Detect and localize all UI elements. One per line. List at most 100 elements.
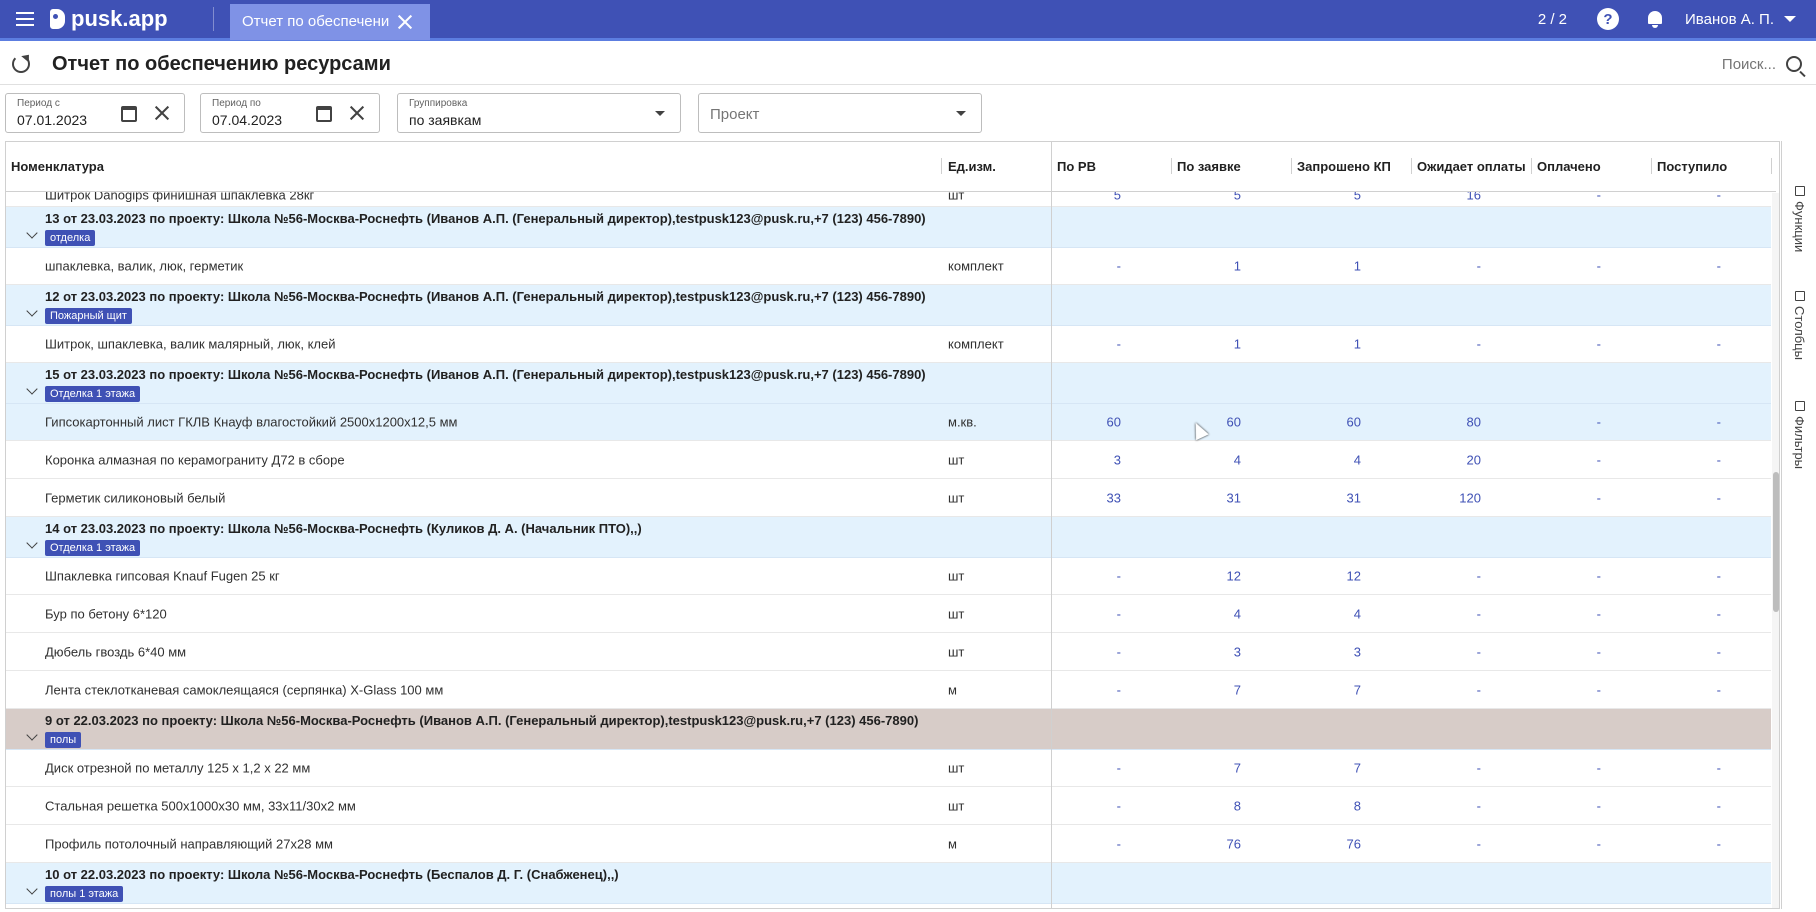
value-cell[interactable]: 1 <box>1301 259 1361 274</box>
value-cell[interactable]: 31 <box>1181 490 1241 505</box>
col-name[interactable]: Номенклатура <box>11 159 104 174</box>
grouping-select[interactable]: Группировка по заявкам <box>397 93 681 133</box>
value-cell[interactable]: - <box>1541 569 1601 584</box>
value-cell[interactable]: 80 <box>1421 415 1481 430</box>
value-cell[interactable]: - <box>1421 798 1481 813</box>
chevron-down-icon[interactable] <box>26 883 38 895</box>
value-cell[interactable]: - <box>1661 798 1721 813</box>
value-cell[interactable]: - <box>1661 490 1721 505</box>
column-divider[interactable] <box>1651 158 1652 174</box>
chevron-down-icon[interactable] <box>26 383 38 395</box>
period-to-value[interactable]: 07.04.2023 <box>212 112 282 128</box>
table-row[interactable]: Шитрок, шпаклевка, валик малярный, люк, … <box>6 326 1771 363</box>
functions-panel-button[interactable]: Функции <box>1792 186 1807 252</box>
value-cell[interactable]: - <box>1661 682 1721 697</box>
value-cell[interactable]: - <box>1541 644 1601 659</box>
value-cell[interactable]: 31 <box>1301 490 1361 505</box>
value-cell[interactable]: - <box>1541 798 1601 813</box>
period-from-field[interactable]: Период с 07.01.2023 <box>5 93 185 133</box>
value-cell[interactable]: - <box>1541 836 1601 851</box>
value-cell[interactable]: - <box>1421 836 1481 851</box>
project-select[interactable]: Проект <box>698 93 982 133</box>
value-cell[interactable]: 7 <box>1301 682 1361 697</box>
value-cell[interactable]: 12 <box>1301 569 1361 584</box>
value-cell[interactable]: - <box>1061 606 1121 621</box>
value-cell[interactable]: - <box>1061 569 1121 584</box>
value-cell[interactable]: 8 <box>1181 798 1241 813</box>
value-cell[interactable]: - <box>1061 644 1121 659</box>
brand-logo[interactable]: pusk.app <box>50 6 213 32</box>
value-cell[interactable]: 120 <box>1421 490 1481 505</box>
table-row[interactable]: шпаклевка, валик, люк, герметик комплект -… <box>6 248 1771 285</box>
col-po-rv[interactable]: По РВ <box>1057 159 1096 174</box>
chevron-down-icon[interactable] <box>26 305 38 317</box>
value-cell[interactable]: 7 <box>1301 761 1361 776</box>
column-divider[interactable] <box>1531 158 1532 174</box>
value-cell[interactable]: 8 <box>1301 798 1361 813</box>
value-cell[interactable]: - <box>1061 761 1121 776</box>
value-cell[interactable]: 76 <box>1181 836 1241 851</box>
value-cell[interactable]: 4 <box>1181 452 1241 467</box>
calendar-icon[interactable] <box>316 106 332 122</box>
value-cell[interactable]: - <box>1541 415 1601 430</box>
value-cell[interactable]: - <box>1541 606 1601 621</box>
group-row[interactable]: 13 от 23.03.2023 по проекту: Школа №56-М… <box>6 207 1771 248</box>
clear-icon[interactable] <box>349 105 365 121</box>
value-cell[interactable]: - <box>1661 452 1721 467</box>
scrollbar-thumb[interactable] <box>1773 472 1779 612</box>
vertical-scrollbar[interactable] <box>1772 193 1779 908</box>
value-cell[interactable]: - <box>1541 259 1601 274</box>
value-cell[interactable]: 7 <box>1181 682 1241 697</box>
value-cell[interactable]: - <box>1661 337 1721 352</box>
value-cell[interactable]: - <box>1421 337 1481 352</box>
group-row[interactable]: 15 от 23.03.2023 по проекту: Школа №56-М… <box>6 363 1771 404</box>
period-from-value[interactable]: 07.01.2023 <box>17 112 87 128</box>
value-cell[interactable]: - <box>1541 337 1601 352</box>
period-to-field[interactable]: Период по 07.04.2023 <box>200 93 380 133</box>
value-cell[interactable]: - <box>1661 606 1721 621</box>
col-ozhidaet-oplaty[interactable]: Ожидает оплаты <box>1417 159 1526 174</box>
value-cell[interactable]: - <box>1421 569 1481 584</box>
value-cell[interactable]: - <box>1661 259 1721 274</box>
value-cell[interactable]: 7 <box>1181 761 1241 776</box>
value-cell[interactable]: - <box>1661 415 1721 430</box>
chevron-down-icon[interactable] <box>956 111 966 116</box>
value-cell[interactable]: - <box>1541 490 1601 505</box>
value-cell[interactable]: 4 <box>1301 606 1361 621</box>
value-cell[interactable]: 4 <box>1301 452 1361 467</box>
group-row[interactable]: 9 от 22.03.2023 по проекту: Школа №56-Мо… <box>6 709 1771 750</box>
group-row[interactable]: 10 от 22.03.2023 по проекту: Школа №56-М… <box>6 863 1771 904</box>
clear-icon[interactable] <box>154 105 170 121</box>
col-po-zayavke[interactable]: По заявке <box>1177 159 1241 174</box>
col-postupilo[interactable]: Поступило <box>1657 159 1727 174</box>
value-cell[interactable]: - <box>1061 259 1121 274</box>
search-input[interactable]: Поиск... <box>1722 56 1776 73</box>
table-row[interactable]: Стальная решетка 500х1000х30 мм, 33х11/3… <box>6 787 1771 825</box>
table-row[interactable]: Герметик силиконовый белый шт 33 31 31 120 - - <box>6 479 1771 517</box>
value-cell[interactable]: - <box>1421 682 1481 697</box>
chevron-down-icon[interactable] <box>26 729 38 741</box>
column-divider[interactable] <box>1291 158 1292 174</box>
table-row[interactable]: Диск отрезной по металлу 125 x 1,2 x 22 … <box>6 750 1771 787</box>
value-cell[interactable]: 3 <box>1301 644 1361 659</box>
tab-report[interactable]: Отчет по обеспечению ресурсами <box>230 3 430 40</box>
value-cell[interactable]: 1 <box>1181 259 1241 274</box>
value-cell[interactable]: - <box>1661 836 1721 851</box>
chevron-down-icon[interactable] <box>26 537 38 549</box>
value-cell[interactable]: 3 <box>1061 452 1121 467</box>
col-zaprosheno-kp[interactable]: Запрошено КП <box>1297 159 1391 174</box>
col-unit[interactable]: Ед.изм. <box>948 159 996 174</box>
table-row[interactable]: Шпаклевка гипсовая Knauf Fugen 25 кг шт - 1… <box>6 558 1771 595</box>
help-icon[interactable]: ? <box>1597 8 1620 30</box>
value-cell[interactable]: - <box>1061 836 1121 851</box>
value-cell[interactable]: 3 <box>1181 644 1241 659</box>
value-cell[interactable]: - <box>1541 682 1601 697</box>
value-cell[interactable]: 4 <box>1181 606 1241 621</box>
refresh-icon[interactable] <box>12 55 30 73</box>
column-divider[interactable] <box>1771 158 1772 174</box>
value-cell[interactable]: - <box>1421 761 1481 776</box>
value-cell[interactable]: 20 <box>1421 452 1481 467</box>
close-icon[interactable] <box>396 13 414 31</box>
search-icon[interactable] <box>1786 56 1802 72</box>
table-row[interactable]: Лента стеклотканевая самоклеящаяся (серп… <box>6 671 1771 709</box>
